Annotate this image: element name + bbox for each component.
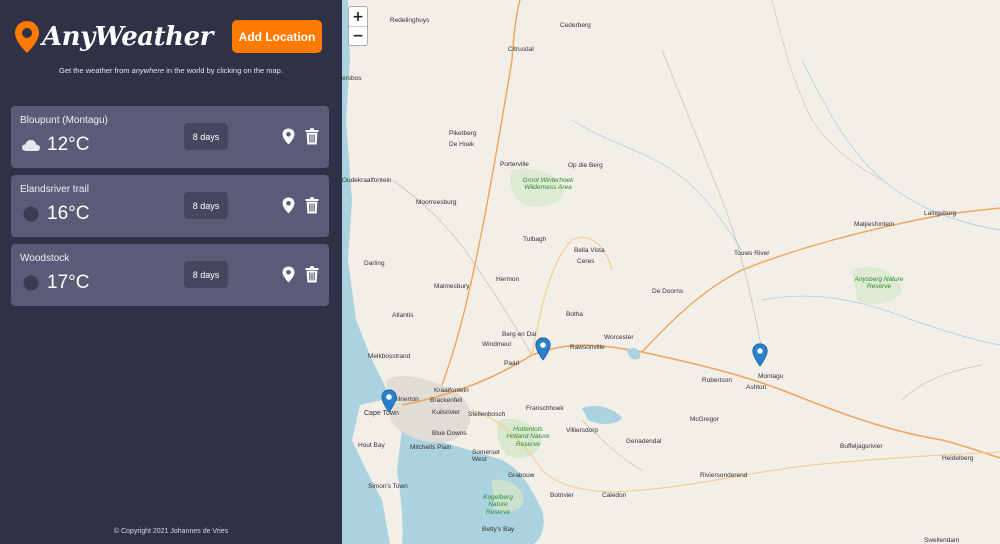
location-temperature: 17°C (47, 272, 90, 293)
map-label: Kraaifontein (434, 387, 469, 394)
map-label: Kogelberg Nature Reserve (483, 494, 513, 516)
tagline: Get the weather from anywhere in the wor… (59, 66, 283, 75)
map-label: Melkbosstrand (368, 353, 411, 360)
map-label: ersbos (342, 75, 362, 82)
map-label: Redelinghuys (390, 17, 430, 24)
zoom-control: + − (348, 6, 368, 46)
show-on-map-icon[interactable] (282, 197, 295, 214)
unknown-weather-icon (23, 275, 39, 291)
location-name: Woodstock (20, 253, 70, 264)
map-label: Simon's Town (368, 483, 408, 490)
location-temperature: 16°C (47, 203, 90, 224)
map-label: Citrusdal (508, 46, 534, 53)
map-label: Cederberg (560, 22, 591, 29)
map-label: De Doorns (652, 288, 684, 295)
map-label: McGregor (690, 416, 719, 423)
map-label: Windmeul (482, 341, 511, 348)
map-label: Piketberg (449, 130, 477, 137)
forecast-days-button[interactable]: 8 days (184, 123, 228, 150)
map-label: Genadendal (626, 438, 662, 445)
map-label: Darling (364, 260, 385, 267)
map-label: Betty's Bay (482, 526, 515, 533)
delete-icon[interactable] (305, 266, 319, 283)
location-card: Woodstock 17°C 8 days (11, 244, 329, 306)
app-logo: AnyWeather (14, 20, 213, 54)
app-title: AnyWeather (42, 22, 213, 52)
zoom-out-button[interactable]: − (349, 26, 367, 45)
map-pin-icon (15, 21, 39, 53)
unknown-weather-icon (23, 206, 39, 222)
location-name: Elandsriver trail (20, 184, 89, 195)
map-label: Villiersdorp (566, 427, 599, 434)
show-on-map-icon[interactable] (282, 266, 295, 283)
map-label: Somerset West (472, 449, 500, 464)
map-label: Porterville (500, 161, 529, 168)
map-label: Caledon (602, 492, 627, 499)
map-label: Montagu (758, 373, 784, 380)
location-temperature: 12°C (47, 134, 90, 155)
show-on-map-icon[interactable] (282, 128, 295, 145)
map-label: Blue Downs (432, 430, 467, 437)
map-label: Tulbagh (523, 236, 547, 243)
map-label: Botrivier (550, 492, 574, 499)
sidebar: AnyWeather Add Location Get the weather … (0, 0, 342, 544)
zoom-in-button[interactable]: + (349, 7, 367, 26)
map-label: Hottentots Holland Nature Reserve (506, 426, 550, 448)
location-card: Bloupunt (Montagu) 12°C 8 days (11, 106, 329, 168)
map-label: Worcester (604, 334, 634, 341)
map-marker-icon[interactable] (535, 337, 551, 361)
add-location-button[interactable]: Add Location (232, 20, 322, 53)
copyright-notice: © Copyright 2021 Johannes de Vries (113, 528, 229, 535)
map-label: Atlantis (392, 312, 414, 319)
map-label: Brackenfell (430, 397, 463, 404)
location-name: Bloupunt (Montagu) (20, 115, 108, 126)
map-label: Heidelberg (942, 455, 974, 462)
map-label: Paarl (504, 360, 520, 367)
forecast-days-button[interactable]: 8 days (184, 192, 228, 219)
map-marker-icon[interactable] (752, 343, 768, 367)
map-label: Anysberg Nature Reserve (854, 276, 904, 291)
map-background (342, 0, 1000, 544)
map-label: Matjiesfontein (854, 221, 895, 228)
forecast-days-button[interactable]: 8 days (184, 261, 228, 288)
map-label: Bella Vista (574, 247, 605, 254)
map-label: Moorreesburg (416, 199, 457, 206)
map-label: Touws River (734, 250, 770, 257)
map-label: Grabouw (508, 472, 535, 479)
map-label: Swellendam (924, 537, 960, 544)
map-label: De Hoek (449, 141, 475, 148)
cloud-icon (22, 140, 40, 151)
map-label: Buffeljagsrivier (840, 443, 883, 450)
map-label: Ashton (746, 384, 767, 391)
map-label: Mitchells Plain (410, 444, 452, 451)
map-label: Hout Bay (358, 442, 385, 449)
map-label: Stellenbosch (468, 411, 506, 418)
location-card: Elandsriver trail 16°C 8 days (11, 175, 329, 237)
map-label: Malmesbury (434, 283, 470, 290)
map-label: Riviersonderend (700, 472, 748, 479)
map-label: Franschhoek (526, 405, 564, 412)
map-label: Hermon (496, 276, 520, 283)
map-label: Botha (566, 311, 583, 318)
map-label: Op die Berg (568, 162, 603, 169)
map-label: Kuilsrivier (432, 409, 461, 416)
map-label: Berg en Dal (502, 331, 537, 338)
map-label: Rawsonville (570, 344, 605, 351)
map-label: Oudekraalfontein (342, 177, 392, 184)
map-canvas[interactable]: + − Redelinghuys Cederberg Citrusdal ers… (342, 0, 1000, 544)
delete-icon[interactable] (305, 197, 319, 214)
map-label: Laingsburg (924, 210, 957, 217)
map-label: Groot Winterhoek Wilderness Area (522, 177, 574, 192)
map-marker-icon[interactable] (381, 389, 397, 413)
map-label: Robertson (702, 377, 732, 384)
map-label: Ceres (577, 258, 595, 265)
delete-icon[interactable] (305, 128, 319, 145)
